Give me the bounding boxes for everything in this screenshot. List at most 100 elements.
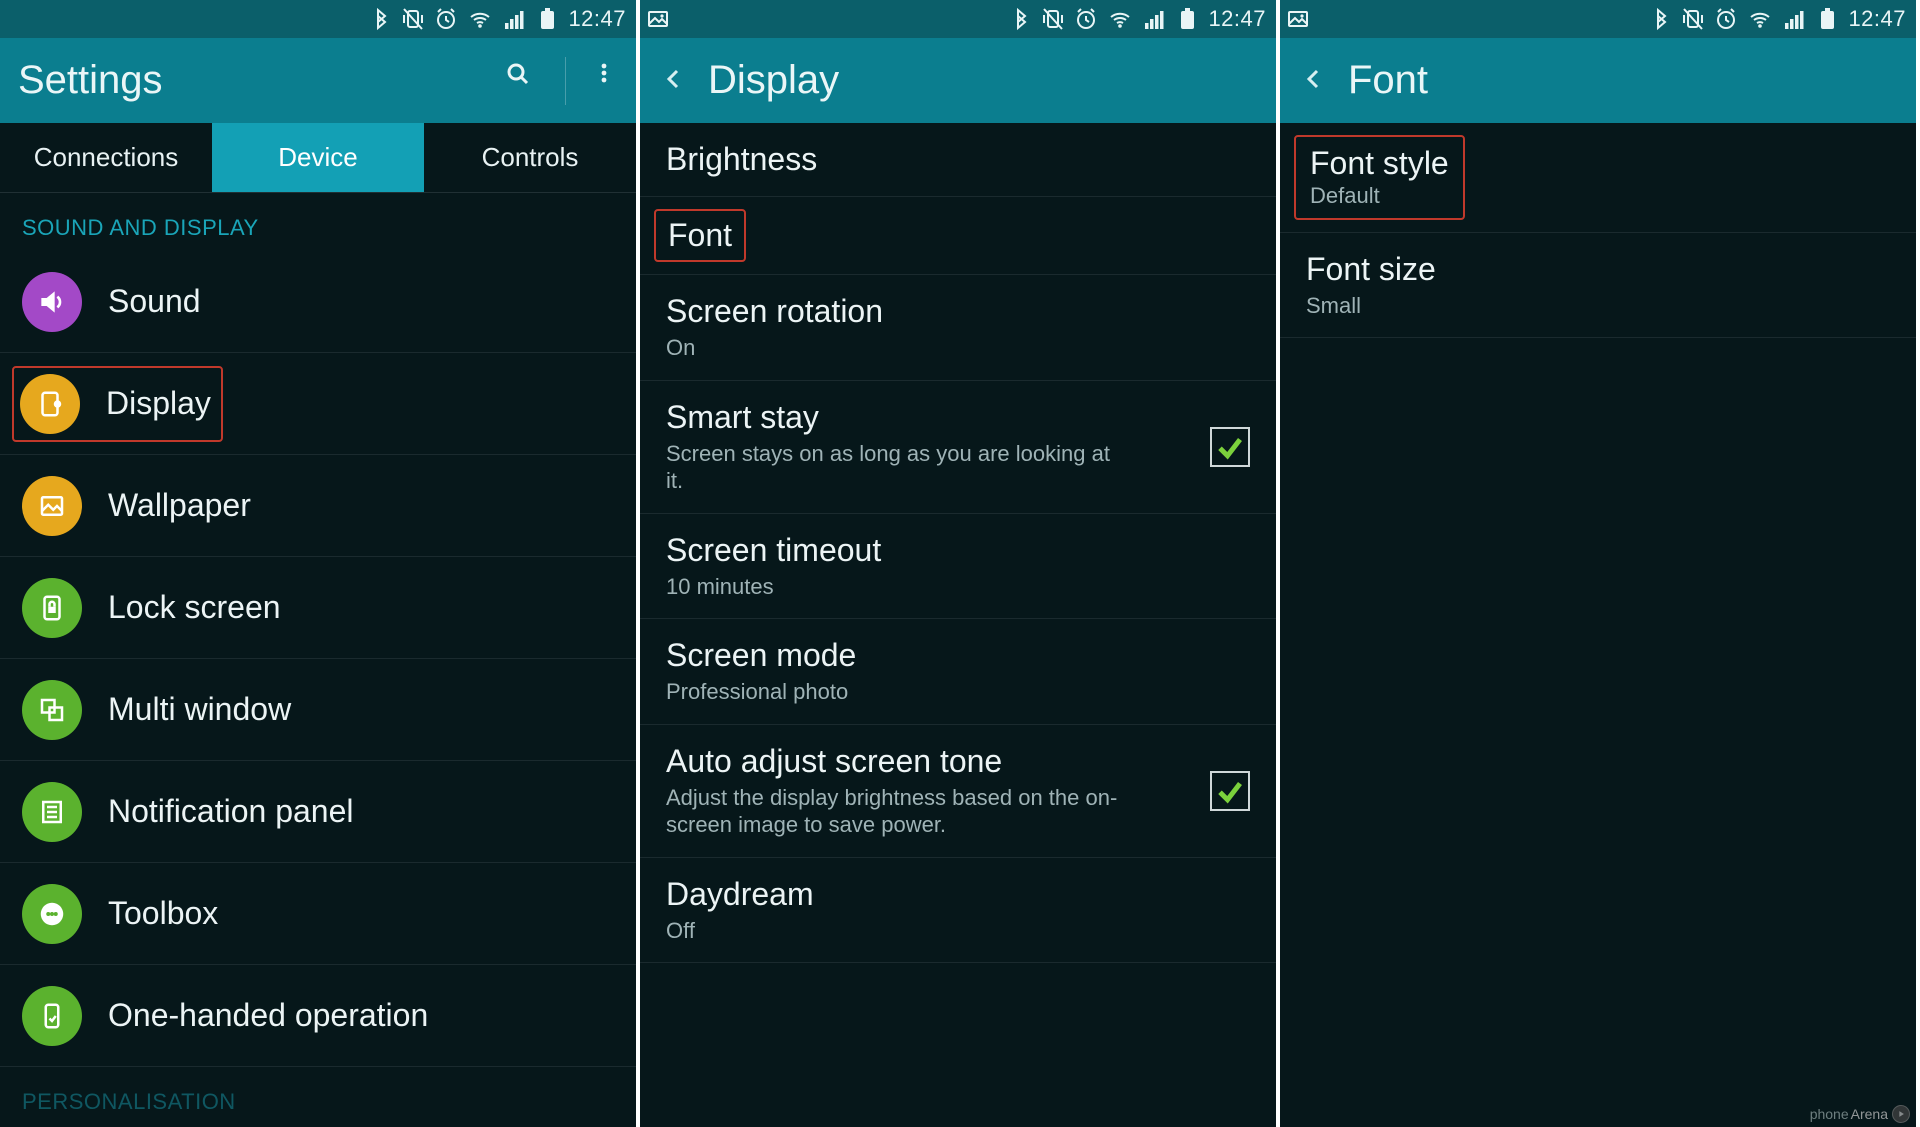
row-title: Daydream: [666, 876, 1250, 913]
vibrate-icon: [1682, 7, 1704, 31]
action-bar: Display: [640, 38, 1276, 123]
page-title: Display: [708, 58, 1258, 103]
page-title: Font: [1348, 58, 1898, 103]
alarm-icon: [1074, 7, 1098, 31]
row-subtitle: Professional photo: [666, 678, 1122, 706]
row-title: Font: [668, 217, 732, 253]
screenshot-icon: [646, 7, 670, 31]
row-notification-panel[interactable]: Notification panel: [0, 761, 636, 863]
search-icon[interactable]: [505, 61, 539, 100]
screen-settings: 12:47 Settings Connections Device Contro…: [0, 0, 640, 1127]
screenshot-icon: [1286, 7, 1310, 31]
toolbox-icon: [22, 884, 82, 944]
onehand-icon: [22, 986, 82, 1046]
row-brightness[interactable]: Brightness: [640, 123, 1276, 197]
page-title: Settings: [18, 58, 505, 103]
status-bar: 12:47: [640, 0, 1276, 38]
overflow-menu-icon[interactable]: [592, 61, 618, 100]
row-one-handed[interactable]: One-handed operation: [0, 965, 636, 1067]
separator: [565, 57, 566, 105]
bluetooth-icon: [1650, 7, 1672, 31]
row-screen-mode[interactable]: Screen mode Professional photo: [640, 619, 1276, 725]
row-font[interactable]: Font: [640, 197, 1276, 275]
row-label: Toolbox: [108, 895, 218, 932]
row-display[interactable]: Display: [0, 353, 636, 455]
row-title: Font style: [1310, 145, 1449, 181]
section-header-2: PERSONALISATION: [0, 1067, 636, 1125]
back-button[interactable]: [658, 63, 694, 99]
row-label: Lock screen: [108, 589, 281, 626]
clock: 12:47: [1208, 6, 1266, 32]
row-lock-screen[interactable]: Lock screen: [0, 557, 636, 659]
alarm-icon: [1714, 7, 1738, 31]
display-list[interactable]: Brightness Font Screen rotation On Smart…: [640, 123, 1276, 1127]
wifi-icon: [1748, 7, 1772, 31]
clock: 12:47: [1848, 6, 1906, 32]
clock: 12:47: [568, 6, 626, 32]
row-label: Display: [106, 385, 211, 422]
row-label: Multi window: [108, 691, 291, 728]
row-title: Brightness: [666, 141, 1250, 178]
settings-list[interactable]: SOUND AND DISPLAY Sound Display Wallpape…: [0, 193, 636, 1127]
display-icon: [20, 374, 80, 434]
row-sound[interactable]: Sound: [0, 251, 636, 353]
checkbox[interactable]: [1210, 771, 1250, 811]
multiwindow-icon: [22, 680, 82, 740]
row-toolbox[interactable]: Toolbox: [0, 863, 636, 965]
row-font-style[interactable]: Font style Default: [1280, 123, 1916, 233]
row-smart-stay[interactable]: Smart stay Screen stays on as long as yo…: [640, 381, 1276, 514]
row-subtitle: Adjust the display brightness based on t…: [666, 784, 1122, 839]
lock-icon: [22, 578, 82, 638]
wifi-icon: [468, 7, 492, 31]
row-title: Screen mode: [666, 637, 1250, 674]
bluetooth-icon: [370, 7, 392, 31]
row-wallpaper[interactable]: Wallpaper: [0, 455, 636, 557]
signal-icon: [1782, 8, 1806, 30]
row-screen-rotation[interactable]: Screen rotation On: [640, 275, 1276, 381]
section-header: SOUND AND DISPLAY: [0, 193, 636, 251]
row-title: Screen rotation: [666, 293, 1250, 330]
row-subtitle: Small: [1306, 292, 1762, 320]
action-bar: Settings: [0, 38, 636, 123]
battery-icon: [1816, 7, 1838, 31]
vibrate-icon: [402, 7, 424, 31]
battery-icon: [1176, 7, 1198, 31]
checkbox[interactable]: [1210, 427, 1250, 467]
alarm-icon: [434, 7, 458, 31]
row-label: Wallpaper: [108, 487, 251, 524]
sound-icon: [22, 272, 82, 332]
row-multi-window[interactable]: Multi window: [0, 659, 636, 761]
row-label: One-handed operation: [108, 997, 428, 1034]
row-daydream[interactable]: Daydream Off: [640, 858, 1276, 964]
row-font-size[interactable]: Font size Small: [1280, 233, 1916, 339]
back-button[interactable]: [1298, 63, 1334, 99]
signal-icon: [502, 8, 526, 30]
watermark-icon: [1892, 1105, 1910, 1123]
row-subtitle: Default: [1310, 183, 1380, 208]
tab-device[interactable]: Device: [212, 123, 424, 193]
row-label: Notification panel: [108, 793, 353, 830]
row-auto-adjust-tone[interactable]: Auto adjust screen tone Adjust the displ…: [640, 725, 1276, 858]
tab-controls[interactable]: Controls: [424, 123, 636, 193]
row-title: Screen timeout: [666, 532, 1250, 569]
row-title: Auto adjust screen tone: [666, 743, 1250, 780]
row-screen-timeout[interactable]: Screen timeout 10 minutes: [640, 514, 1276, 620]
bluetooth-icon: [1010, 7, 1032, 31]
status-bar: 12:47: [1280, 0, 1916, 38]
action-bar: Font: [1280, 38, 1916, 123]
row-label: Sound: [108, 283, 201, 320]
watermark: phoneArena: [1810, 1105, 1910, 1123]
wifi-icon: [1108, 7, 1132, 31]
battery-icon: [536, 7, 558, 31]
row-subtitle: Off: [666, 917, 1122, 945]
signal-icon: [1142, 8, 1166, 30]
screen-display: 12:47 Display Brightness Font Screen rot…: [640, 0, 1280, 1127]
status-bar: 12:47: [0, 0, 636, 38]
font-list[interactable]: Font style Default Font size Small: [1280, 123, 1916, 1127]
vibrate-icon: [1042, 7, 1064, 31]
row-subtitle: On: [666, 334, 1122, 362]
screen-font: 12:47 Font Font style Default Font size …: [1280, 0, 1920, 1127]
tab-bar: Connections Device Controls: [0, 123, 636, 193]
tab-connections[interactable]: Connections: [0, 123, 212, 193]
row-subtitle: 10 minutes: [666, 573, 1122, 601]
